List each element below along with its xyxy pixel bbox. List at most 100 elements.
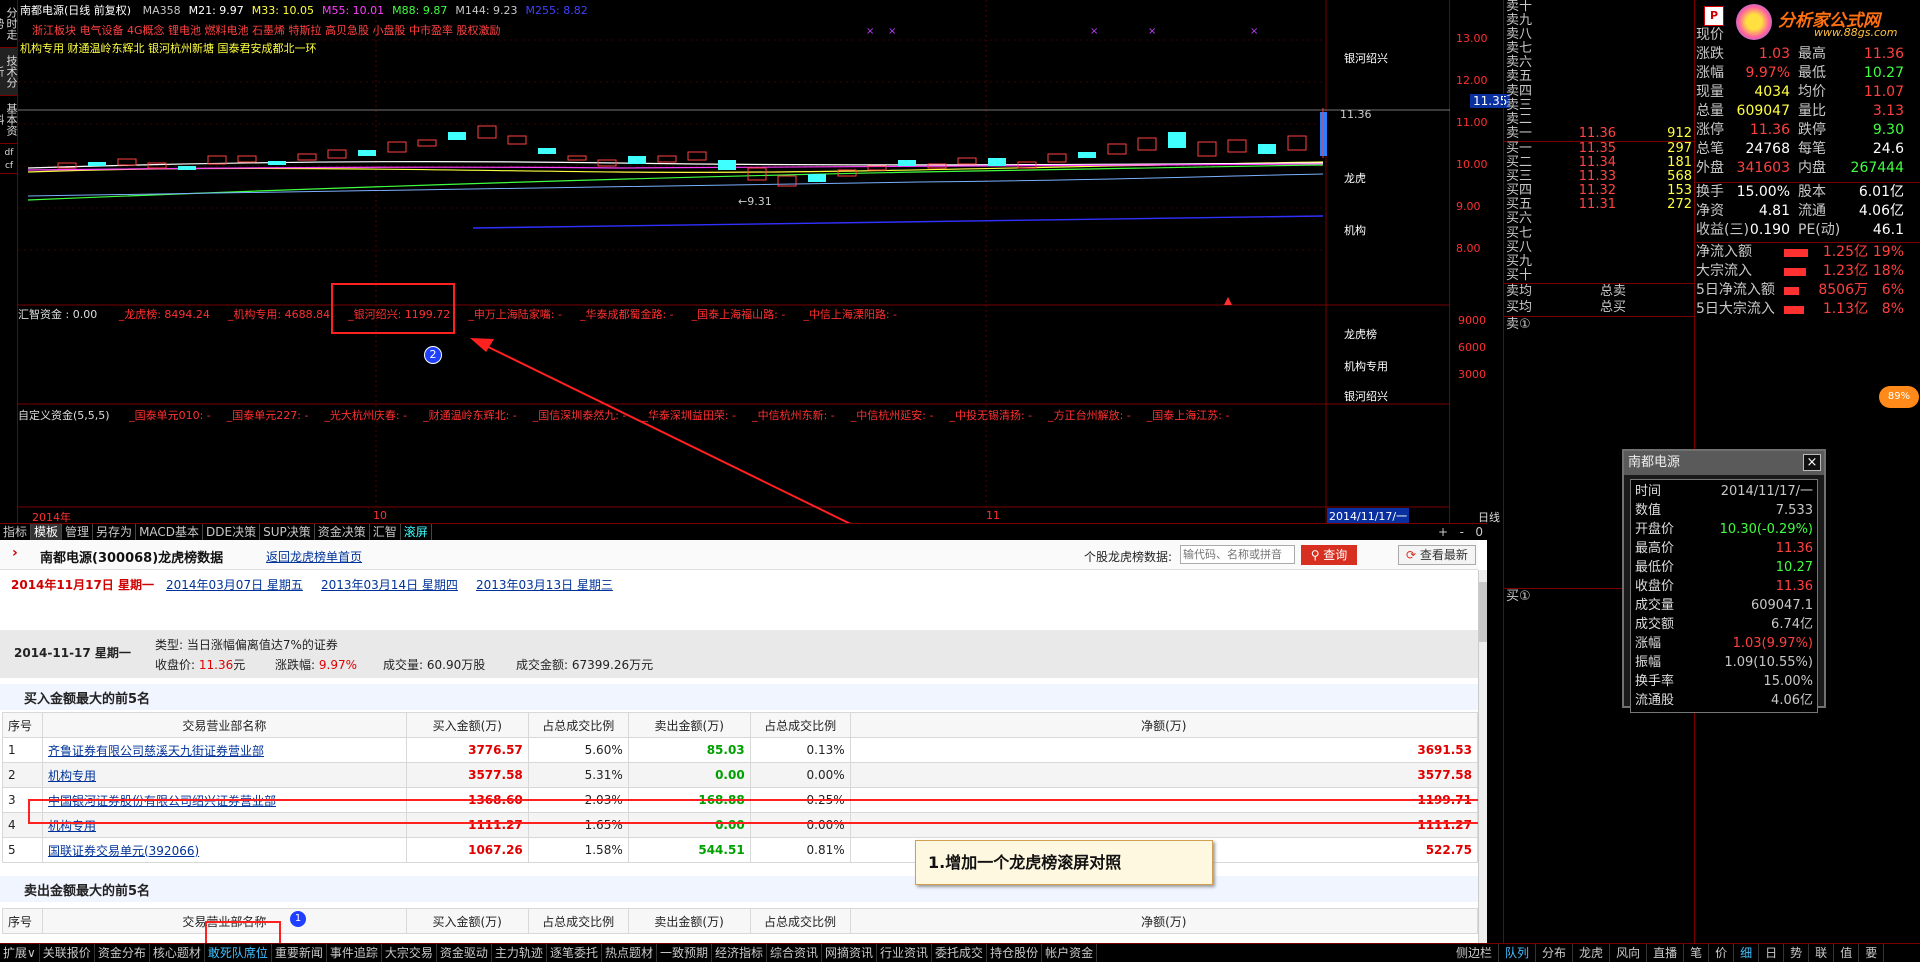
buy-top5-title: 买入金额最大的前5名 [0,684,1478,710]
side-tab[interactable]: 直播 [1647,944,1685,962]
info-value: 11.36 [1775,579,1813,594]
zoom-controls[interactable]: + - 0 [1438,524,1483,540]
bottom-tab[interactable]: 一致预期 [657,944,712,962]
date-tab[interactable]: 2014年03月07日 星期五 [166,576,303,593]
order-volume [1616,255,1692,269]
order-volume [1616,99,1692,113]
ma-label: MA358 [142,4,181,17]
bottom-tab[interactable]: 核心题材 [150,944,205,962]
progress-badge[interactable]: 89% [1879,386,1919,408]
bottom-tab[interactable]: 经济指标 [712,944,767,962]
back-to-list-link[interactable]: 返回龙虎榜单首页 [266,548,362,565]
order-volume [1616,85,1692,99]
toolbar-tab[interactable]: 资金决策 [315,524,370,540]
bottom-tab[interactable]: 综合资讯 [767,944,823,962]
toolbar-tab[interactable]: 管理 [62,524,94,540]
bottom-tab[interactable]: 资金分布 [95,944,150,962]
toolbar-tab[interactable]: 滚屏 [401,524,432,540]
date-tab[interactable]: 2013年03月13日 星期三 [476,576,613,593]
side-tab[interactable]: 联 [1809,944,1835,962]
toolbar-tab[interactable]: DDE决策 [203,524,261,540]
candle-info-window[interactable]: 南都电源 × 时间 2014/11/17/一 数值 7.533 开盘价 10.30(-0.… [1622,449,1826,713]
quote-value: 0.190 [1749,222,1790,238]
table-header-cell: 序号 [2,712,43,738]
toolbar-tab[interactable]: MACD基本 [136,524,204,540]
flow-bar-fill [1784,267,1806,276]
candle [178,166,196,170]
date-tab[interactable]: 2013年03月14日 星期四 [321,576,458,593]
tab-df-cf[interactable]: df cf [0,144,18,174]
search-button[interactable]: ⚲ 查询 [1301,545,1357,565]
candle [957,157,977,165]
bottom-tab[interactable]: 委托成交 [932,944,988,962]
order-level-label: 卖八 [1506,27,1533,43]
zoom-out-button[interactable]: - [1460,525,1464,539]
bottom-tab[interactable]: 持仓股份 [987,944,1043,962]
tab-technical[interactable]: 技术分析 [0,48,18,96]
side-tab[interactable]: 势 [1784,944,1810,962]
quote-key: 现量 [1696,84,1724,100]
zoom-reset-button[interactable]: 0 [1475,525,1483,539]
bottom-tab[interactable]: 帐户资金 [1042,944,1098,962]
side-tab[interactable]: 日 [1759,944,1785,962]
line-label-longhu: 龙虎 [1344,172,1366,185]
side-tab[interactable]: 侧边栏 [1450,944,1500,962]
refresh-latest-button[interactable]: ⟳ 查看最新 [1398,545,1476,565]
bottom-tab[interactable]: 网摘资讯 [822,944,878,962]
bottom-tab[interactable]: 逐笔委托 [547,944,602,962]
quote-key: 现价 [1696,27,1724,43]
side-tab[interactable]: 值 [1834,944,1860,962]
side-tab[interactable]: 风向 [1610,944,1648,962]
bottom-tab[interactable]: 事件追踪 [327,944,382,962]
toolbar-tab[interactable]: SUP决策 [260,524,315,540]
info-value: 11.36 [1775,541,1813,556]
flow-percent: 8% [1881,301,1904,317]
info-window-titlebar[interactable]: 南都电源 × [1624,451,1824,475]
row-index: 5 [2,837,43,863]
zoom-in-button[interactable]: + [1438,525,1448,539]
search-input[interactable] [1180,545,1295,564]
toolbar-tab[interactable]: 模板 [31,524,63,540]
broker-link[interactable]: 国联证券交易单元(392066) [48,844,199,858]
bottom-tab[interactable]: 主力轨迹 [492,944,547,962]
candle [297,153,317,161]
side-tab[interactable]: 价 [1709,944,1735,962]
side-tab[interactable]: 细 [1734,944,1760,962]
side-tab[interactable]: 龙虎 [1573,944,1611,962]
toolbar-tab[interactable]: 汇智 [370,524,401,540]
bottom-tab[interactable]: 扩展∨ [0,944,40,962]
candle [448,132,466,140]
bottom-tab[interactable]: 行业资讯 [877,944,933,962]
broker-link[interactable]: 机构专用 [48,769,96,783]
bottom-tab[interactable]: 大宗交易 [382,944,437,962]
side-tab[interactable]: 要 [1859,944,1885,962]
ma-label: M255: 8.82 [525,4,588,17]
order-price: 11.31 [1578,197,1616,213]
toolbar-tab[interactable]: 指标 [0,524,32,540]
order-level-label: 卖三 [1506,97,1533,113]
sell-percent: 0.13% [749,737,851,763]
bottom-tab[interactable]: 资金驱动 [437,944,492,962]
close-icon[interactable]: × [1803,454,1821,471]
bottom-tab[interactable]: 敢死队席位 [205,944,272,962]
custom-funds-label: 自定义资金(5,5,5) [18,409,110,422]
bottom-tab[interactable]: 重要新闻 [272,944,327,962]
side-tab[interactable]: 分布 [1536,944,1574,962]
side-tab[interactable]: 队列 [1499,944,1537,962]
broker-link[interactable]: 齐鲁证券有限公司慈溪天九街证券营业部 [48,744,264,758]
bottom-tab[interactable]: 热点题材 [602,944,657,962]
date-tab-active[interactable]: 2014年11月17日 星期一 [11,576,154,593]
flow-value: 8506万 [1818,282,1868,298]
tab-fundamentals[interactable]: 基本资料 [0,96,18,144]
price-tick: 13.00 [1456,32,1488,45]
info-value: 1.09(10.55%) [1724,655,1813,670]
candle [538,148,556,154]
web-scrollbar[interactable] [1478,570,1487,943]
scrollbar-thumb[interactable] [1479,582,1487,642]
bottom-tab[interactable]: 关联报价 [40,944,95,962]
side-tab[interactable]: 笔 [1684,944,1710,962]
toolbar-tab[interactable]: 另存为 [93,524,137,540]
tab-intraday[interactable]: 分时走势 [0,0,18,48]
kline-chart-panel[interactable]: × × × × × 南都电源(日线 前复权) MA358 M21: 9.97 M33… [18,0,1511,530]
search-label: 个股龙虎榜数据: [1084,550,1173,564]
